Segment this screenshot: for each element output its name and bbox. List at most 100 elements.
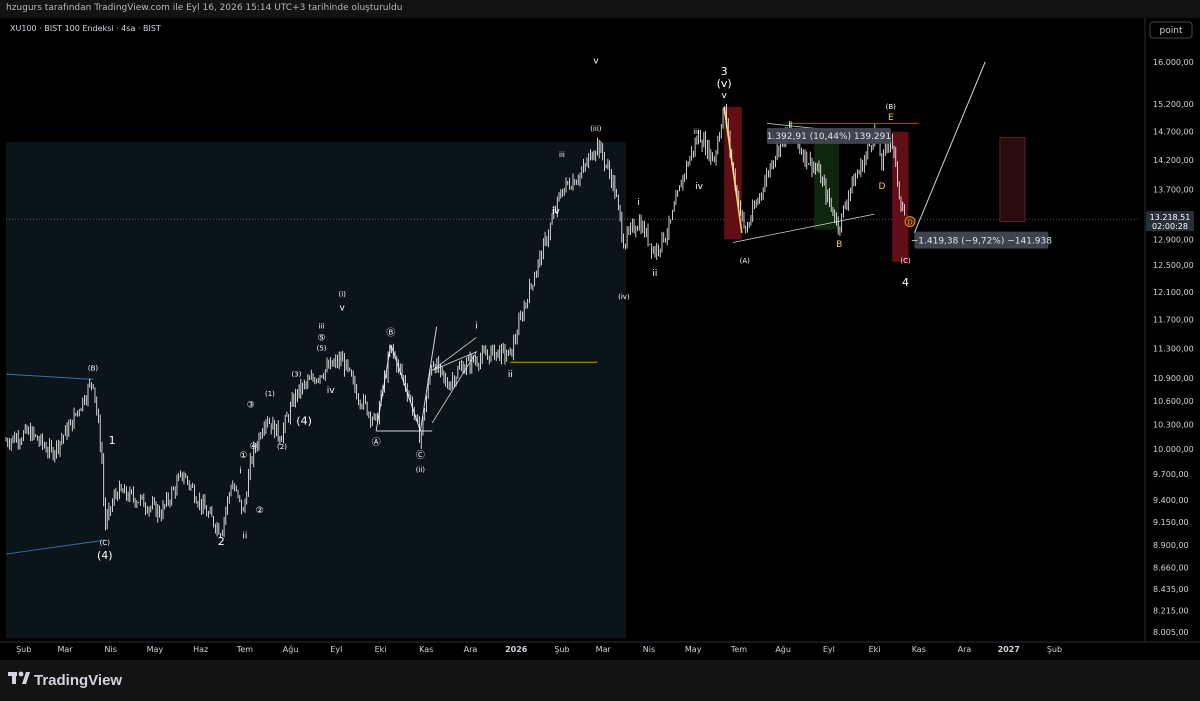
scale-point-label: point: [1160, 26, 1183, 36]
wave-label: Ⓑ: [386, 328, 395, 339]
green-zone-b: [814, 128, 840, 230]
measure-label-up: 1.392,91 (10,44%) 139.291: [767, 132, 891, 142]
red-zone-c: [892, 131, 909, 262]
wave-label: i: [239, 466, 242, 476]
wave-label: iii: [559, 151, 565, 159]
y-tick-label: 8.005,00: [1153, 628, 1189, 637]
x-tick-label: Şub: [1047, 645, 1062, 654]
footer-bar: TradingView: [0, 660, 1200, 701]
wave-label: (2): [277, 443, 287, 451]
x-tick-label: Haz: [193, 645, 208, 654]
wave-label: ii: [242, 532, 247, 542]
x-tick-label: Ağu: [775, 645, 791, 654]
y-tick-label: 10.000,00: [1153, 445, 1194, 454]
wave-label: (4): [296, 415, 312, 428]
red-zone-projection: [999, 136, 1026, 222]
wave-label: (5): [317, 344, 327, 352]
x-tick-label: Eki: [375, 645, 387, 654]
x-tick-label: Ara: [958, 645, 972, 654]
y-tick-label: 10.600,00: [1153, 397, 1194, 406]
wave-label: D: [907, 219, 912, 227]
wave-label: ⑤: [318, 334, 326, 344]
x-tick-label: Mar: [596, 645, 612, 654]
wave-label: ②: [256, 506, 264, 516]
wave-label: (1): [265, 390, 275, 398]
wave-label: v: [593, 56, 599, 66]
current-price-label: 13.218,51: [1150, 213, 1191, 222]
wave-label: 4: [902, 276, 909, 289]
wave-label: (A): [740, 257, 751, 265]
x-tick-label: Tem: [236, 645, 253, 654]
wave-label: (B): [886, 103, 897, 111]
wave-label: v: [721, 91, 727, 101]
wave-label: 2: [218, 535, 225, 548]
wave-label: D: [878, 182, 885, 192]
x-tick-label: Şub: [16, 645, 31, 654]
wave-label: i: [637, 198, 640, 208]
wave-label: (ii): [416, 466, 426, 474]
wave-label: 1: [109, 434, 116, 447]
y-tick-label: 14.700,00: [1153, 128, 1194, 137]
wave-label: (B): [88, 364, 99, 372]
wave-label: (C): [100, 539, 111, 547]
y-tick-label: 9.700,00: [1153, 470, 1189, 479]
wave-label: (i): [339, 291, 347, 299]
wave-label: ii: [652, 269, 657, 279]
wave-label: iv: [327, 386, 336, 396]
highlight-zone: [6, 142, 626, 638]
wave-label: iv: [552, 207, 561, 217]
y-tick-label: 11.700,00: [1153, 316, 1194, 325]
wave-label: (v): [717, 77, 732, 90]
wave-label: iv: [695, 182, 704, 192]
chart-caption: hzugurs tarafından TradingView.com ile E…: [6, 3, 403, 13]
x-tick-label: May: [147, 645, 164, 654]
chart-caption-bar: hzugurs tarafından TradingView.com ile E…: [0, 0, 1200, 18]
x-tick-label: Eyl: [823, 645, 835, 654]
price-chart[interactable]: (B)(C)(4)12 iii②①③④ (2)(1)(3)(4)iv⑤(5)iiiv…: [0, 18, 1200, 660]
y-tick-label: 12.900,00: [1153, 235, 1194, 244]
x-tick-label: Nis: [643, 645, 655, 654]
y-tick-label: 8.900,00: [1153, 541, 1189, 550]
x-tick-label: Eki: [869, 645, 881, 654]
wave-label: i: [475, 321, 478, 331]
y-tick-label: 8.660,00: [1153, 563, 1189, 572]
wave-label: Ⓒ: [416, 450, 425, 461]
chart-title: XU100 · BIST 100 Endeksi · 4sa · BIST: [10, 24, 161, 33]
wave-label: (C): [900, 257, 911, 265]
wave-label: B: [836, 240, 842, 250]
wave-label: Ⓐ: [372, 437, 381, 448]
x-tick-label: 2027: [998, 645, 1020, 654]
x-tick-label: Tem: [730, 645, 747, 654]
wave-label: (iv): [618, 293, 630, 301]
x-tick-label: Şub: [554, 645, 569, 654]
y-tick-label: 12.100,00: [1153, 288, 1194, 297]
tradingview-brand-text: TradingView: [34, 672, 122, 689]
y-tick-label: 8.215,00: [1153, 607, 1189, 616]
x-tick-label: Ara: [464, 645, 478, 654]
y-tick-label: 9.150,00: [1153, 518, 1189, 527]
x-tick-label: 2026: [505, 645, 528, 654]
wave-label: iii: [319, 322, 325, 330]
wave-label: (4): [97, 549, 113, 562]
y-tick-label: 11.300,00: [1153, 344, 1194, 353]
wave-label: (3): [292, 371, 302, 379]
wave-label: 3: [721, 65, 728, 78]
footer-brand[interactable]: TradingView: [0, 660, 200, 701]
x-tick-label: Ağu: [283, 645, 299, 654]
y-tick-label: 8.435,00: [1153, 585, 1189, 594]
y-tick-label: 16.000,00: [1153, 58, 1194, 67]
x-tick-label: Nis: [105, 645, 117, 654]
scale-point-button[interactable]: point: [1149, 21, 1193, 39]
wave-label: E: [888, 113, 894, 123]
x-tick-label: Eyl: [330, 645, 342, 654]
y-tick-label: 13.700,00: [1153, 186, 1194, 195]
tradingview-logo-icon: [8, 671, 30, 684]
wave-label: ii: [508, 370, 513, 380]
countdown-label: 02:00:28: [1152, 222, 1188, 231]
y-tick-label: 10.300,00: [1153, 421, 1194, 430]
wave-label: iii: [693, 128, 699, 136]
y-tick-label: 15.200,00: [1153, 100, 1194, 109]
y-tick-label: 9.400,00: [1153, 496, 1189, 505]
y-tick-label: 14.200,00: [1153, 156, 1194, 165]
x-tick-label: Mar: [57, 645, 73, 654]
